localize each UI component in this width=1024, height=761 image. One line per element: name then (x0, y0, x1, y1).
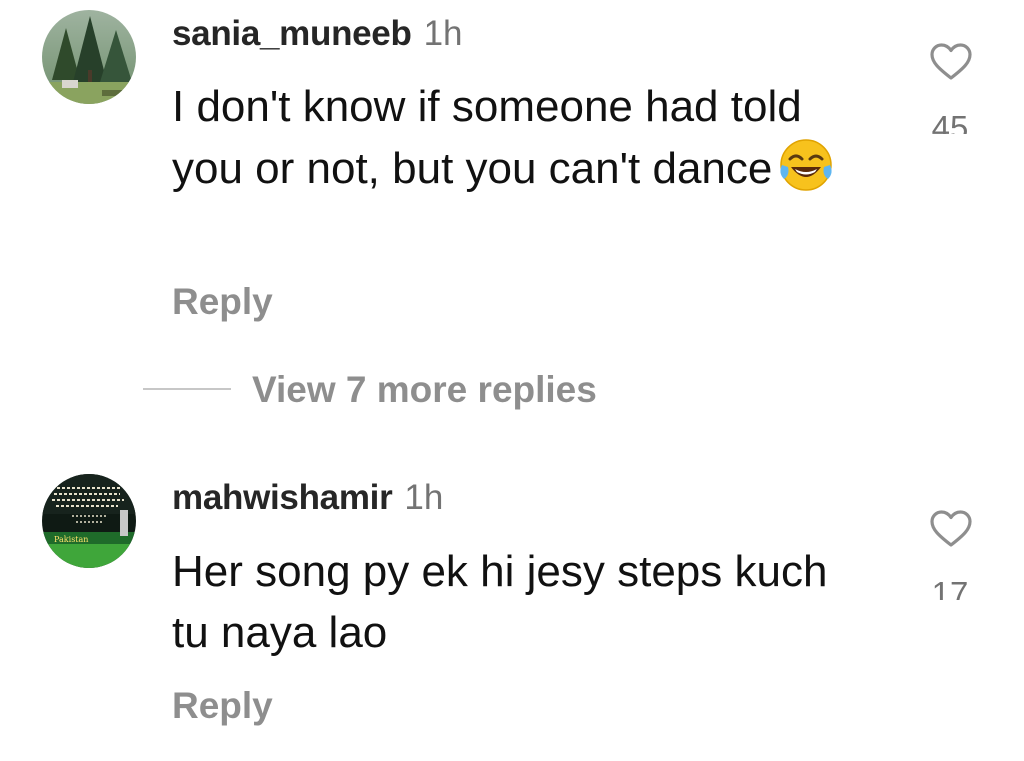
comment-text: Her song py ek hi jesy steps kuch tu nay… (172, 541, 872, 663)
username[interactable]: sania_muneeb (172, 14, 412, 53)
comment-text-content: Her song py ek hi jesy steps kuch tu nay… (172, 547, 828, 657)
comment-text: I don't know if someone had told you or … (172, 76, 872, 199)
heart-outline-icon[interactable] (930, 43, 972, 81)
comment-text-content: I don't know if someone had told you or … (172, 82, 802, 193)
like-count: 45 (931, 110, 969, 134)
thread-divider (143, 388, 231, 390)
comment-header: sania_muneeb 1h (172, 14, 463, 54)
view-more-replies[interactable]: View 7 more replies (0, 368, 1024, 412)
view-more-replies-label[interactable]: View 7 more replies (252, 368, 597, 412)
avatar[interactable] (42, 10, 136, 104)
comment-header: mahwishamir 1h (172, 478, 443, 518)
timestamp: 1h (423, 14, 463, 53)
tears-of-joy-emoji (780, 139, 833, 191)
reply-button[interactable]: Reply (172, 686, 273, 726)
svg-text:Pakistan: Pakistan (54, 535, 88, 544)
like-count: 17 (931, 576, 969, 600)
heart-outline-icon[interactable] (930, 510, 972, 548)
timestamp: 1h (404, 478, 444, 517)
avatar[interactable]: Pakistan (42, 474, 136, 568)
reply-button[interactable]: Reply (172, 282, 273, 322)
username[interactable]: mahwishamir (172, 478, 393, 517)
